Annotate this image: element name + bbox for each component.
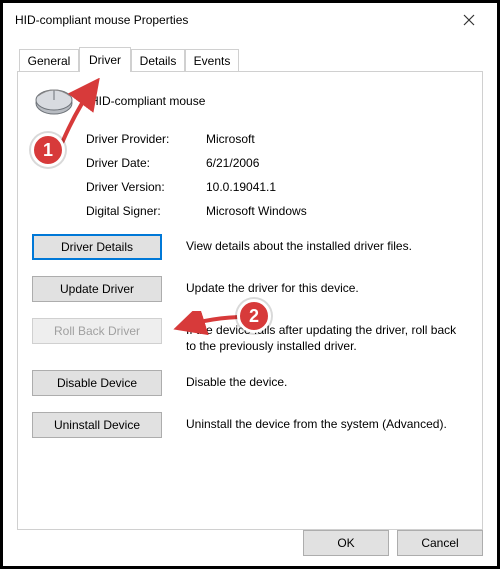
date-label: Driver Date: — [86, 156, 206, 170]
version-label: Driver Version: — [86, 180, 206, 194]
device-header: HID-compliant mouse — [32, 86, 468, 116]
update-driver-button[interactable]: Update Driver — [32, 276, 162, 302]
device-name: HID-compliant mouse — [90, 94, 205, 108]
date-value: 6/21/2006 — [206, 156, 259, 170]
driver-details-button[interactable]: Driver Details — [32, 234, 162, 260]
annotation-badge-2: 2 — [237, 299, 271, 333]
tab-general[interactable]: General — [19, 49, 79, 72]
version-value: 10.0.19041.1 — [206, 180, 276, 194]
action-row-disable: Disable Device Disable the device. — [32, 370, 468, 396]
tab-details[interactable]: Details — [131, 49, 185, 72]
roll-back-driver-button: Roll Back Driver — [32, 318, 162, 344]
info-row-provider: Driver Provider: Microsoft — [86, 132, 468, 146]
disable-device-desc: Disable the device. — [186, 370, 468, 390]
roll-back-driver-desc: If the device fails after updating the d… — [186, 318, 468, 354]
info-row-signer: Digital Signer: Microsoft Windows — [86, 204, 468, 218]
cancel-button[interactable]: Cancel — [397, 530, 483, 556]
info-row-version: Driver Version: 10.0.19041.1 — [86, 180, 468, 194]
disable-device-button[interactable]: Disable Device — [32, 370, 162, 396]
update-driver-desc: Update the driver for this device. — [186, 276, 468, 296]
close-icon — [463, 14, 475, 26]
window-title: HID-compliant mouse Properties — [15, 13, 188, 27]
signer-label: Digital Signer: — [86, 204, 206, 218]
dialog-footer: OK Cancel — [303, 530, 483, 556]
action-row-update: Update Driver Update the driver for this… — [32, 276, 468, 302]
tab-general-label: General — [28, 54, 71, 68]
tab-strip: General Driver Details Events — [17, 47, 483, 72]
close-button[interactable] — [449, 7, 489, 33]
annotation-badge-1: 1 — [31, 133, 65, 167]
action-row-details: Driver Details View details about the in… — [32, 234, 468, 260]
driver-details-desc: View details about the installed driver … — [186, 234, 468, 254]
ok-button[interactable]: OK — [303, 530, 389, 556]
mouse-icon — [32, 86, 76, 116]
uninstall-device-desc: Uninstall the device from the system (Ad… — [186, 412, 468, 432]
action-row-uninstall: Uninstall Device Uninstall the device fr… — [32, 412, 468, 438]
driver-info-table: Driver Provider: Microsoft Driver Date: … — [86, 132, 468, 218]
info-row-date: Driver Date: 6/21/2006 — [86, 156, 468, 170]
tab-events-label: Events — [194, 54, 231, 68]
tab-details-label: Details — [140, 54, 177, 68]
tab-driver-label: Driver — [89, 53, 121, 67]
uninstall-device-button[interactable]: Uninstall Device — [32, 412, 162, 438]
tab-driver[interactable]: Driver — [79, 47, 131, 72]
titlebar: HID-compliant mouse Properties — [3, 3, 497, 37]
provider-value: Microsoft — [206, 132, 255, 146]
signer-value: Microsoft Windows — [206, 204, 307, 218]
tab-events[interactable]: Events — [185, 49, 239, 72]
provider-label: Driver Provider: — [86, 132, 206, 146]
